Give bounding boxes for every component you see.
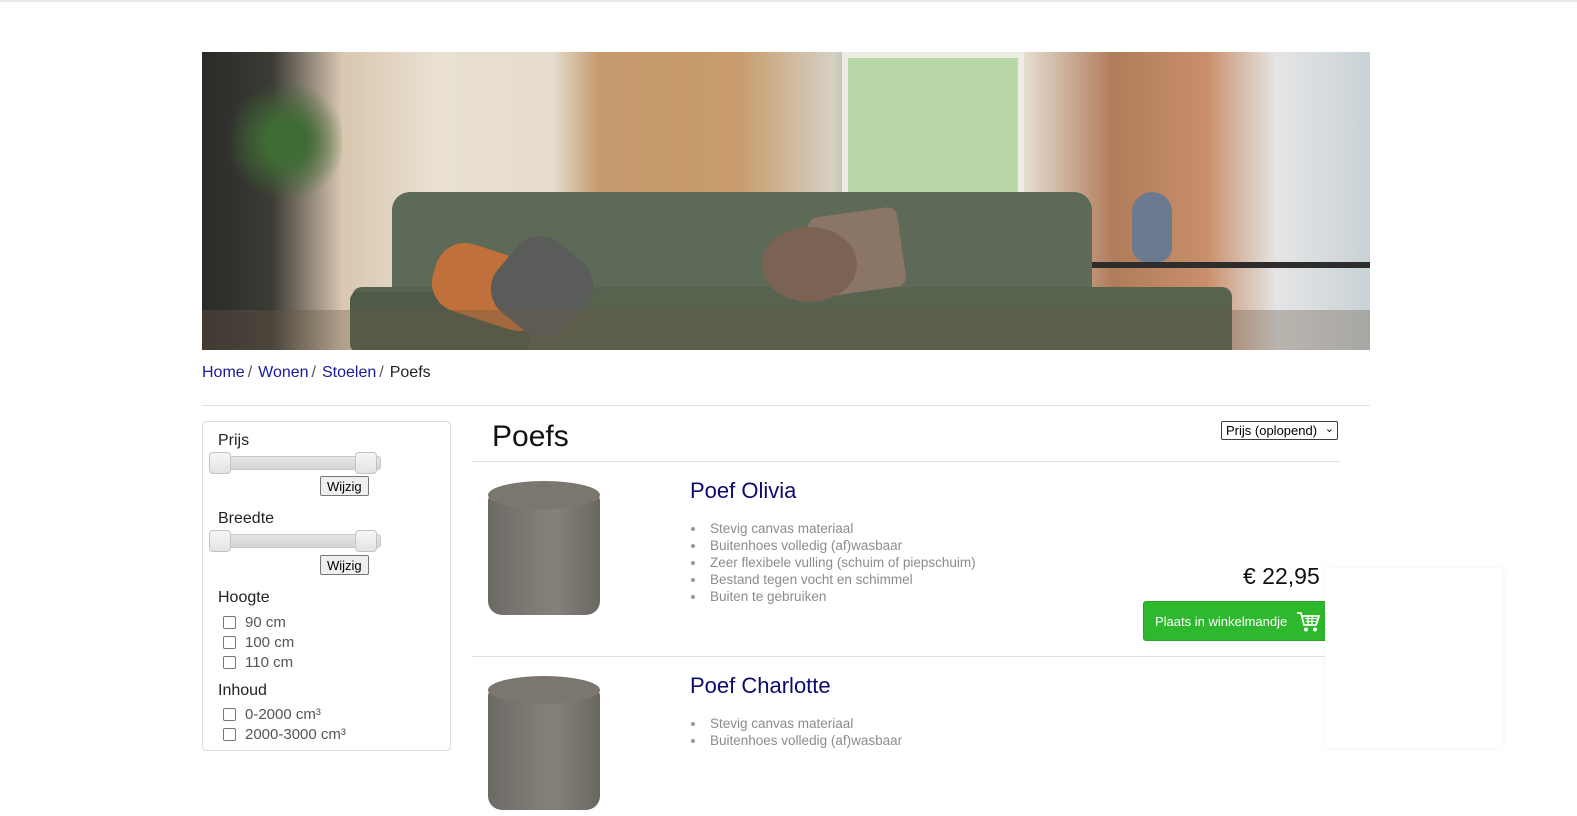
divider <box>472 656 1340 657</box>
add-to-cart-label: Plaats in winkelmandje <box>1155 613 1288 629</box>
breadcrumb: Home / Wonen / Stoelen / Poefs <box>202 364 431 382</box>
checkbox[interactable] <box>223 616 236 629</box>
breadcrumb-stoelen[interactable]: Stoelen <box>322 364 376 381</box>
shopping-cart-icon <box>1297 612 1320 632</box>
add-to-cart-button[interactable]: Plaats in winkelmandje <box>1143 601 1329 641</box>
sort-selected-value: Prijs (oplopend) <box>1226 423 1318 438</box>
product-features-list: Stevig canvas materiaal Buitenhoes volle… <box>690 715 902 749</box>
checkbox[interactable] <box>223 708 236 721</box>
divider <box>202 405 1370 406</box>
product-image-poef-charlotte[interactable] <box>488 676 602 816</box>
feature-item: Buitenhoes volledig (af)wasbaar <box>690 537 976 554</box>
page-title: Poefs <box>492 420 569 453</box>
feature-item: Stevig canvas materiaal <box>690 520 976 537</box>
floating-panel <box>1325 568 1503 748</box>
chevron-down-icon: ⌄ <box>1324 423 1334 435</box>
filter-height-title: Hoogte <box>218 589 270 606</box>
price-range-slider[interactable] <box>209 452 381 474</box>
top-border <box>0 0 1577 2</box>
product-features-list: Stevig canvas materiaal Buitenhoes volle… <box>690 520 976 605</box>
content-option-0-2000[interactable]: 0-2000 cm³ <box>223 706 321 723</box>
feature-item: Buiten te gebruiken <box>690 588 976 605</box>
breadcrumb-home[interactable]: Home <box>202 364 245 381</box>
product-price: € 22,95 <box>1243 563 1320 589</box>
feature-item: Stevig canvas materiaal <box>690 715 902 732</box>
breadcrumb-current: Poefs <box>389 364 431 381</box>
checkbox[interactable] <box>223 728 236 741</box>
filter-sidebar: Prijs Wijzig Breedte Wijzig Hoogte 90 cm… <box>202 421 451 751</box>
divider <box>472 461 1340 462</box>
feature-item: Bestand tegen vocht en schimmel <box>690 571 976 588</box>
checkbox[interactable] <box>223 636 236 649</box>
breadcrumb-wonen[interactable]: Wonen <box>258 364 308 381</box>
breadcrumb-separator: / <box>247 364 253 381</box>
filter-price-title: Prijs <box>218 432 250 449</box>
product-image-poef-olivia[interactable] <box>488 481 602 621</box>
hero-banner-image <box>202 52 1370 350</box>
height-option-110[interactable]: 110 cm <box>223 654 293 671</box>
product-title[interactable]: Poef Charlotte <box>690 673 831 699</box>
feature-item: Zeer flexibele vulling (schuim of piepsc… <box>690 554 976 571</box>
height-option-100[interactable]: 100 cm <box>223 634 294 651</box>
product-title[interactable]: Poef Olivia <box>690 478 796 504</box>
filter-width-title: Breedte <box>218 510 275 527</box>
sort-select[interactable]: Prijs (oplopend) ⌄ <box>1221 421 1338 440</box>
slider-max-handle[interactable] <box>355 530 377 552</box>
filter-content-title: Inhoud <box>218 682 267 699</box>
price-apply-button[interactable]: Wijzig <box>320 476 369 496</box>
slider-max-handle[interactable] <box>355 452 377 474</box>
width-apply-button[interactable]: Wijzig <box>320 555 369 575</box>
breadcrumb-separator: / <box>379 364 384 381</box>
content-option-2000-3000[interactable]: 2000-3000 cm³ <box>223 726 346 743</box>
breadcrumb-separator: / <box>311 364 316 381</box>
checkbox[interactable] <box>223 656 236 669</box>
feature-item: Buitenhoes volledig (af)wasbaar <box>690 732 902 749</box>
slider-min-handle[interactable] <box>209 530 231 552</box>
width-range-slider[interactable] <box>209 530 381 552</box>
height-option-90[interactable]: 90 cm <box>223 614 286 631</box>
slider-min-handle[interactable] <box>209 452 231 474</box>
